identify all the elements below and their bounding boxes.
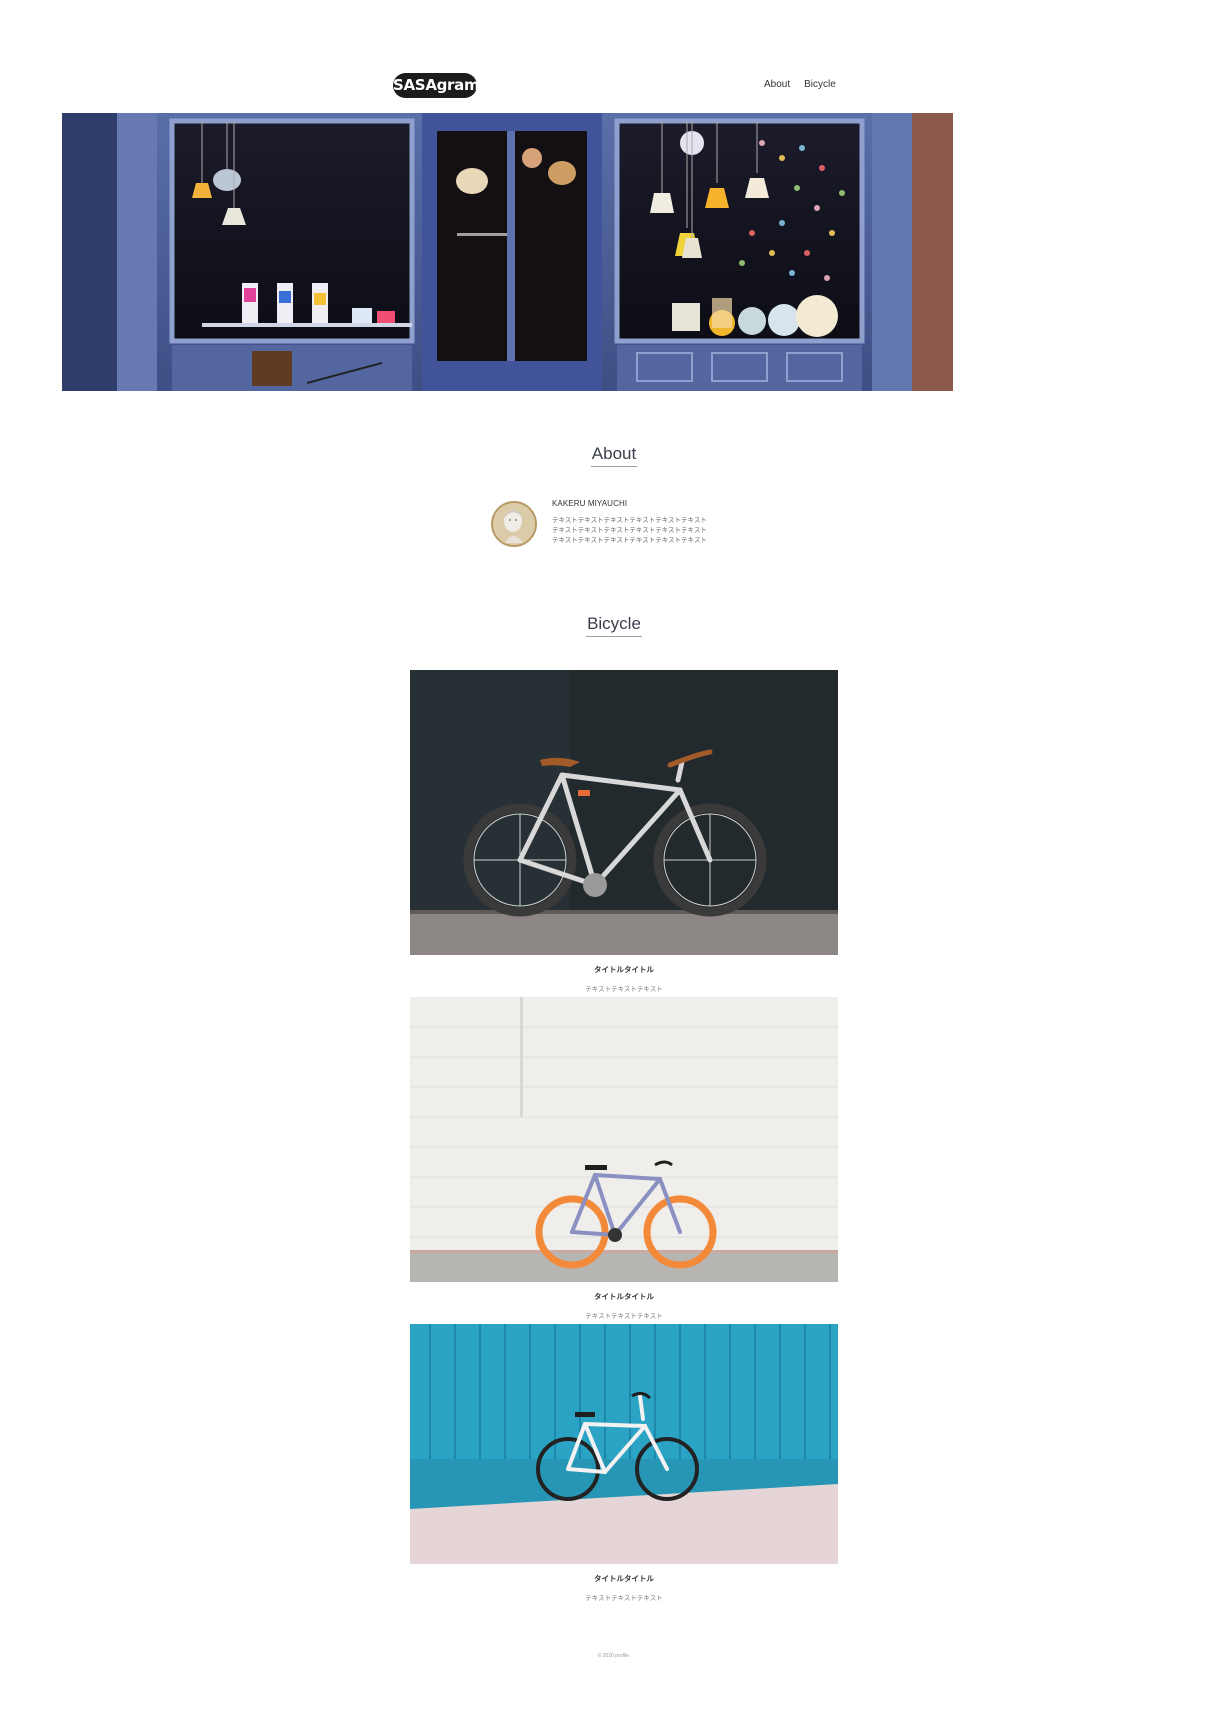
bicycle-photo [410, 670, 838, 955]
main-nav: About Bicycle [764, 79, 836, 90]
profile-text-line: テキストテキストテキストテキストテキストテキスト [552, 517, 707, 524]
card-text: テキストテキストテキスト [585, 1313, 663, 1320]
card-text: テキストテキストテキスト [585, 1595, 663, 1602]
bicycle-heading-text: Bicycle [586, 614, 642, 637]
profile-text-line: テキストテキストテキストテキストテキストテキスト [552, 537, 707, 544]
profile-name: KAKERU MIYAUCHI [552, 499, 628, 508]
card-title: タイトルタイトル [594, 1292, 654, 1301]
site-logo[interactable]: SASAgram [393, 73, 480, 98]
bicycle-card[interactable]: タイトルタイトル テキストテキストテキスト [410, 1324, 838, 1602]
bicycle-photo [410, 1324, 838, 1564]
about-heading-text: About [590, 444, 638, 467]
bicycle-card[interactable]: タイトルタイトル テキストテキストテキスト [410, 670, 838, 993]
bicycle-card[interactable]: タイトルタイトル テキストテキストテキスト [410, 997, 838, 1320]
footer-copyright: © 2020 profile. [597, 1653, 631, 1659]
about-heading: About [0, 444, 1228, 467]
avatar [491, 501, 537, 547]
nav-link-bicycle[interactable]: Bicycle [804, 79, 836, 90]
bicycle-photo [410, 997, 838, 1282]
card-text: テキストテキストテキスト [585, 986, 663, 993]
profile-text-line: テキストテキストテキストテキストテキストテキスト [552, 527, 707, 534]
bicycle-heading: Bicycle [0, 614, 1228, 637]
site-header: SASAgram About Bicycle [0, 0, 1228, 113]
nav-link-about[interactable]: About [764, 79, 790, 90]
profile-description: テキストテキストテキストテキストテキストテキスト テキストテキストテキストテキス… [552, 516, 752, 546]
card-title: タイトルタイトル [594, 965, 654, 974]
card-title: タイトルタイトル [594, 1574, 654, 1583]
hero-image [62, 113, 953, 391]
